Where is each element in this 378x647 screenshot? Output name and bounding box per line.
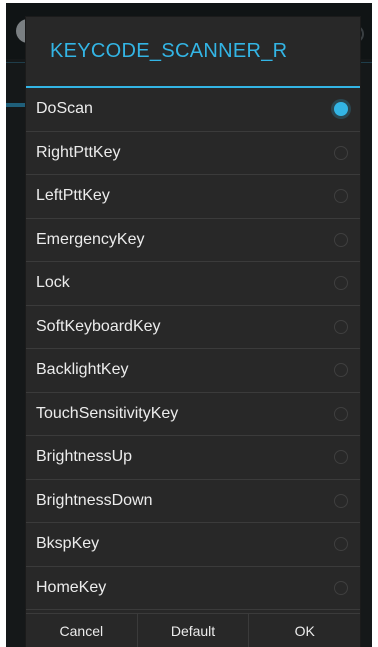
list-item[interactable]: EmergencyKey	[26, 219, 360, 262]
list-item[interactable]: RightPttKey	[26, 132, 360, 175]
radio-unselected-icon[interactable]	[334, 450, 348, 465]
option-label: RightPttKey	[36, 143, 121, 161]
radio-selected-icon[interactable]	[334, 102, 348, 117]
ok-button[interactable]: OK	[249, 614, 360, 647]
option-label: BkspKey	[36, 535, 100, 553]
option-label: BacklightKey	[36, 361, 129, 379]
list-item[interactable]: TouchSensitivityKey	[26, 393, 360, 436]
keycode-select-dialog: KEYCODE_SCANNER_R DoScan RightPttKey Lef…	[26, 17, 360, 647]
list-item[interactable]: SoftKeyboardKey	[26, 306, 360, 349]
option-label: LeftPttKey	[36, 187, 110, 205]
list-item[interactable]: DoScan	[26, 88, 360, 132]
option-label: TouchSensitivityKey	[36, 404, 179, 422]
option-label: DoScan	[36, 100, 93, 118]
option-label: BrightnessDown	[36, 491, 153, 509]
dialog-title: KEYCODE_SCANNER_R	[50, 40, 288, 62]
list-item[interactable]: BacklightKey	[26, 349, 360, 393]
list-item[interactable]: BkspKey	[26, 523, 360, 567]
cancel-button[interactable]: Cancel	[26, 614, 138, 647]
radio-unselected-icon[interactable]	[334, 319, 348, 334]
radio-unselected-icon[interactable]	[334, 232, 348, 247]
dialog-button-bar: Cancel Default OK	[26, 613, 360, 647]
option-label: BrightnessUp	[36, 448, 133, 466]
option-label: SoftKeyboardKey	[36, 317, 161, 335]
option-label: HomeKey	[36, 578, 107, 596]
radio-unselected-icon[interactable]	[334, 276, 348, 291]
radio-unselected-icon[interactable]	[334, 580, 348, 595]
list-item[interactable]: BrightnessDown	[26, 480, 360, 523]
radio-unselected-icon[interactable]	[334, 406, 348, 421]
option-label: Lock	[36, 274, 70, 292]
radio-unselected-icon[interactable]	[334, 189, 348, 204]
list-item[interactable]: LeftPttKey	[26, 175, 360, 219]
list-item[interactable]: HomeKey	[26, 567, 360, 610]
list-item[interactable]: Lock	[26, 262, 360, 306]
radio-unselected-icon[interactable]	[334, 145, 348, 160]
default-button[interactable]: Default	[138, 614, 250, 647]
radio-unselected-icon[interactable]	[334, 363, 348, 378]
radio-unselected-icon[interactable]	[334, 493, 348, 508]
option-label: EmergencyKey	[36, 230, 145, 248]
radio-unselected-icon[interactable]	[334, 537, 348, 552]
list-item[interactable]: BrightnessUp	[26, 436, 360, 480]
option-list[interactable]: DoScan RightPttKey LeftPttKey EmergencyK…	[26, 88, 360, 613]
